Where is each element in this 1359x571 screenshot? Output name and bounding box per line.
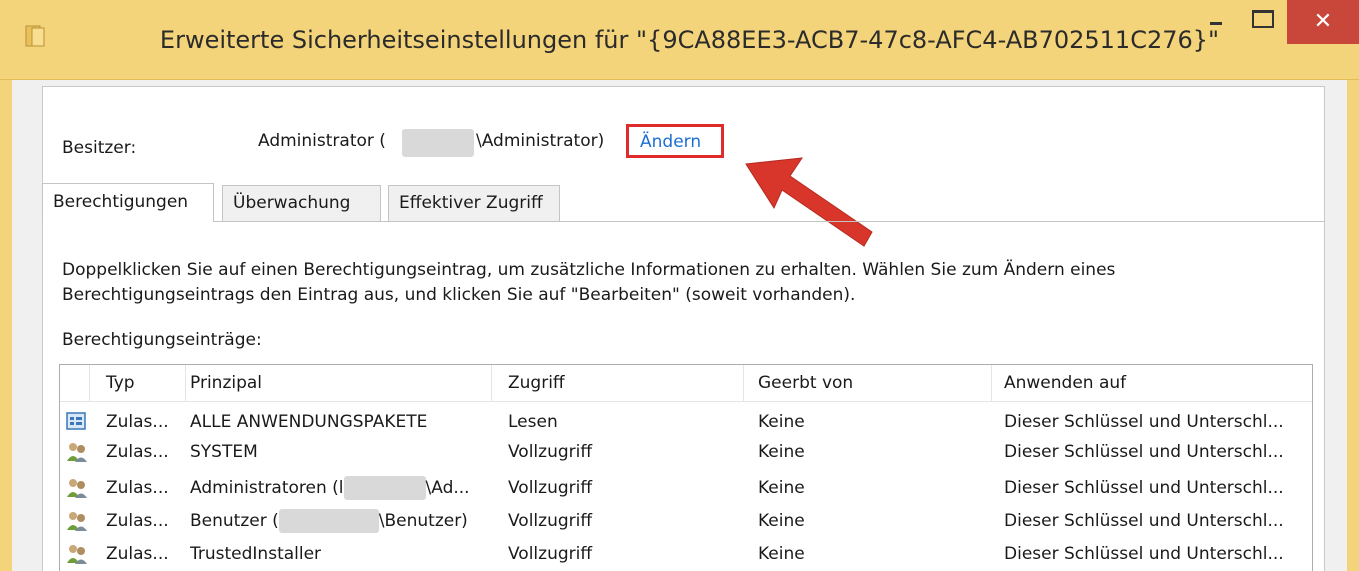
change-owner-link[interactable]: Ändern bbox=[626, 124, 724, 158]
cell-type: Zulas... bbox=[106, 442, 169, 462]
cell-inherited: Keine bbox=[758, 478, 805, 498]
cell-applies: Dieser Schlüssel und Unterschl... bbox=[1004, 544, 1284, 564]
cell-applies: Dieser Schlüssel und Unterschl... bbox=[1004, 412, 1284, 432]
tab-auditing[interactable]: Überwachung bbox=[222, 185, 381, 221]
cell-inherited: Keine bbox=[758, 544, 805, 564]
cell-access: Vollzugriff bbox=[508, 544, 593, 564]
maximize-button[interactable] bbox=[1239, 0, 1285, 44]
list-item[interactable]: Zulas... Benutzer ( \Benutzer) Vollzugrif… bbox=[60, 506, 1312, 536]
list-header: Typ Prinzipal Zugriff Geerbt von Anwende… bbox=[60, 365, 1312, 401]
column-applies-to[interactable]: Anwenden auf bbox=[992, 365, 1314, 401]
list-item[interactable]: Zulas... SYSTEM Vollzugriff Keine Dieser… bbox=[60, 437, 1312, 467]
cell-type: Zulas... bbox=[106, 544, 169, 564]
cell-type: Zulas... bbox=[106, 478, 169, 498]
principal-suffix: \Ad... bbox=[425, 478, 470, 498]
cell-principal: TrustedInstaller bbox=[190, 544, 322, 564]
column-access[interactable]: Zugriff bbox=[492, 365, 744, 401]
tab-divider bbox=[42, 221, 1325, 222]
redacted-domain bbox=[278, 509, 379, 533]
cell-type: Zulas... bbox=[106, 511, 169, 531]
close-button[interactable]: ✕ bbox=[1287, 0, 1359, 44]
cell-access: Vollzugriff bbox=[508, 478, 593, 498]
owner-label: Besitzer: bbox=[62, 138, 137, 158]
column-type[interactable]: Typ bbox=[90, 365, 186, 401]
window-frame-right bbox=[1347, 80, 1359, 571]
cell-principal: Benutzer ( \Benutzer) bbox=[190, 506, 490, 536]
entries-caption: Berechtigungseinträge: bbox=[62, 330, 262, 350]
redacted-domain bbox=[402, 129, 474, 157]
user-group-icon bbox=[67, 443, 87, 462]
cell-principal: SYSTEM bbox=[190, 442, 258, 462]
cell-inherited: Keine bbox=[758, 412, 805, 432]
list-item[interactable]: Zulas... Administratoren (l \Ad... Vollzu… bbox=[60, 473, 1312, 503]
column-icon bbox=[60, 365, 90, 401]
owner-value: Administrator ( bbox=[258, 131, 386, 151]
cell-access: Lesen bbox=[508, 412, 558, 432]
cell-applies: Dieser Schlüssel und Unterschl... bbox=[1004, 511, 1284, 531]
cell-access: Vollzugriff bbox=[508, 442, 593, 462]
user-group-icon bbox=[67, 479, 87, 498]
cell-applies: Dieser Schlüssel und Unterschl... bbox=[1004, 478, 1284, 498]
list-item[interactable]: Zulas... TrustedInstaller Vollzugriff Ke… bbox=[60, 539, 1312, 569]
cell-inherited: Keine bbox=[758, 511, 805, 531]
cell-principal: ALLE ANWENDUNGSPAKETE bbox=[190, 412, 428, 432]
cell-access: Vollzugriff bbox=[508, 511, 593, 531]
redacted-domain bbox=[343, 476, 426, 500]
user-group-icon bbox=[67, 545, 87, 564]
principal-prefix: Administratoren (l bbox=[190, 478, 344, 498]
user-group-icon bbox=[67, 512, 87, 531]
tab-permissions[interactable]: Berechtigungen bbox=[42, 183, 214, 222]
title-bar[interactable]: Erweiterte Sicherheitseinstellungen für … bbox=[0, 0, 1359, 80]
permission-entries-list[interactable]: Typ Prinzipal Zugriff Geerbt von Anwende… bbox=[59, 364, 1313, 571]
app-package-icon bbox=[66, 412, 86, 430]
cell-principal: Administratoren (l \Ad... bbox=[190, 473, 490, 503]
cell-type: Zulas... bbox=[106, 412, 169, 432]
column-inherited-from[interactable]: Geerbt von bbox=[744, 365, 992, 401]
cell-inherited: Keine bbox=[758, 442, 805, 462]
list-item[interactable]: Zulas... ALLE ANWENDUNGSPAKETE Lesen Kei… bbox=[60, 407, 1312, 437]
tab-effective-access[interactable]: Effektiver Zugriff bbox=[388, 185, 560, 221]
window-title: Erweiterte Sicherheitseinstellungen für … bbox=[159, 26, 1220, 54]
owner-value-suffix: \Administrator) bbox=[476, 131, 605, 151]
cell-applies: Dieser Schlüssel und Unterschl... bbox=[1004, 442, 1284, 462]
list-header-divider bbox=[60, 401, 1312, 402]
principal-prefix: Benutzer ( bbox=[190, 511, 279, 531]
minimize-button[interactable] bbox=[1193, 0, 1239, 44]
column-principal[interactable]: Prinzipal bbox=[186, 365, 492, 401]
annotation-arrow-icon bbox=[745, 157, 873, 247]
description-text: Doppelklicken Sie auf einen Berechtigung… bbox=[62, 260, 1116, 305]
window-frame-left bbox=[0, 80, 12, 571]
principal-suffix: \Benutzer) bbox=[378, 511, 468, 531]
